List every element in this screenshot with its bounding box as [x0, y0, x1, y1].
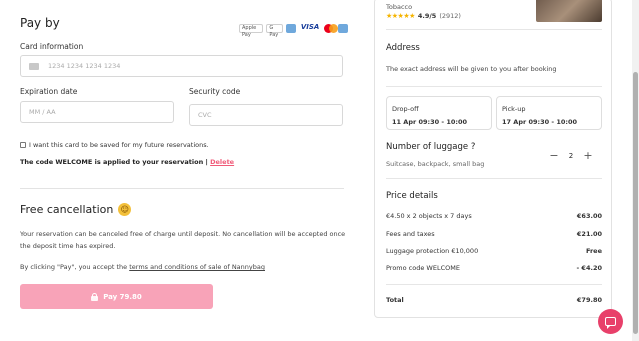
card-logos: Apple Pay G Pay VISA — [239, 23, 348, 38]
dropoff-box[interactable]: Drop-off 11 Apr 09:30 - 10:00 — [386, 96, 492, 130]
booking-summary-card: Tobacco ★★★★★ 4.9/5 (2912) Address The e… — [374, 0, 612, 318]
dropoff-label: Drop-off — [392, 105, 419, 113]
pickup-label: Pick-up — [502, 105, 526, 113]
hugging-face-icon: ☺ — [118, 203, 132, 216]
cvc-placeholder: CVC — [198, 111, 212, 119]
price-line: €4.50 x 2 objects x 7 days €63.00 — [386, 212, 602, 220]
price-line-label: €4.50 x 2 objects x 7 days — [386, 212, 472, 220]
total-row: Total €79.80 — [386, 296, 602, 304]
address-title: Address — [386, 43, 420, 53]
expiration-label: Expiration date — [20, 87, 78, 96]
rating-row: ★★★★★ 4.9/5 (2912) — [386, 12, 461, 20]
free-cancellation-title: Free cancellation — [20, 203, 114, 216]
delete-promo-link[interactable]: Delete — [210, 158, 234, 166]
price-line-label: Promo code WELCOME — [386, 264, 460, 272]
price-line-amount: €21.00 — [576, 230, 602, 238]
divider — [386, 86, 602, 87]
pay-button[interactable]: Pay 79.80 — [20, 284, 213, 309]
price-line-amount: Free — [585, 247, 602, 255]
card-number-input[interactable]: 1234 1234 1234 1234 — [20, 55, 343, 77]
card-info-label: Card information — [20, 42, 84, 51]
credit-card-icon — [29, 62, 39, 70]
card-number-placeholder: 1234 1234 1234 1234 — [48, 62, 121, 70]
expiration-input[interactable]: MM / AA — [20, 101, 174, 123]
terms-link[interactable]: terms and conditions of sale of Nannybag — [129, 263, 265, 271]
security-code-input[interactable]: CVC — [189, 104, 343, 126]
pay-button-label: Pay 79.80 — [103, 292, 142, 301]
google-pay-icon: G Pay — [266, 24, 284, 38]
divider — [386, 284, 602, 285]
chat-button[interactable] — [598, 309, 623, 334]
payment-section: Pay by Apple Pay G Pay VISA Card informa… — [20, 0, 348, 341]
decrease-luggage-button[interactable]: − — [547, 149, 561, 163]
terms-line: By clicking "Pay", you accept the terms … — [20, 263, 265, 271]
page-scrollbar[interactable] — [632, 0, 639, 341]
save-card-row[interactable]: I want this card to be saved for my futu… — [20, 141, 209, 149]
section-divider — [20, 188, 344, 189]
total-amount: €79.80 — [576, 296, 602, 304]
luggage-stepper: − 2 + — [547, 149, 595, 163]
pickup-value: 17 Apr 09:30 - 10:00 — [502, 118, 578, 126]
luggage-title: Number of luggage ? — [386, 142, 476, 152]
price-line-amount: €63.00 — [576, 212, 602, 220]
luggage-count: 2 — [568, 152, 574, 160]
card-icon — [286, 24, 296, 33]
save-card-checkbox[interactable] — [20, 142, 26, 148]
security-code-label: Security code — [189, 87, 241, 96]
save-card-label: I want this card to be saved for my futu… — [29, 141, 209, 149]
expiration-placeholder: MM / AA — [29, 108, 56, 116]
star-icons: ★★★★★ — [386, 12, 415, 20]
scrollbar-thumb[interactable] — [633, 72, 638, 334]
apple-pay-icon: Apple Pay — [239, 24, 264, 38]
visa-icon: VISA — [300, 23, 320, 31]
increase-luggage-button[interactable]: + — [581, 149, 595, 163]
price-line-label: Fees and taxes — [386, 230, 435, 238]
address-text: The exact address will be given to you a… — [386, 65, 557, 73]
total-label: Total — [386, 296, 404, 304]
pay-by-title: Pay by — [20, 16, 60, 30]
shop-name: Tobacco — [386, 3, 413, 11]
dropoff-value: 11 Apr 09:30 - 10:00 — [392, 118, 468, 126]
mastercard-icon — [324, 24, 339, 33]
lock-icon — [91, 292, 99, 301]
amex-icon — [337, 24, 348, 33]
promo-notice: The code WELCOME is applied to your rese… — [20, 158, 234, 166]
divider — [386, 178, 602, 179]
price-line: Promo code WELCOME - €4.20 — [386, 264, 602, 272]
price-line-amount: - €4.20 — [576, 264, 602, 272]
review-count: (2912) — [439, 12, 461, 20]
terms-prefix: By clicking "Pay", you accept the — [20, 263, 128, 271]
promo-notice-text: The code WELCOME is applied to your rese… — [20, 158, 208, 166]
price-line: Fees and taxes €21.00 — [386, 230, 602, 238]
price-line: Luggage protection €10,000 Free — [386, 247, 602, 255]
pickup-box[interactable]: Pick-up 17 Apr 09:30 - 10:00 — [496, 96, 602, 130]
price-line-label: Luggage protection €10,000 — [386, 247, 479, 255]
luggage-subtitle: Suitcase, backpack, small bag — [386, 160, 485, 168]
rating-value: 4.9/5 — [417, 12, 437, 20]
free-cancellation-heading: Free cancellation ☺ — [20, 203, 132, 216]
divider — [386, 29, 602, 30]
price-details-title: Price details — [386, 191, 438, 201]
shop-photo — [536, 0, 602, 22]
chat-icon — [605, 317, 616, 329]
cancellation-policy-text: Your reservation can be canceled free of… — [20, 230, 346, 250]
